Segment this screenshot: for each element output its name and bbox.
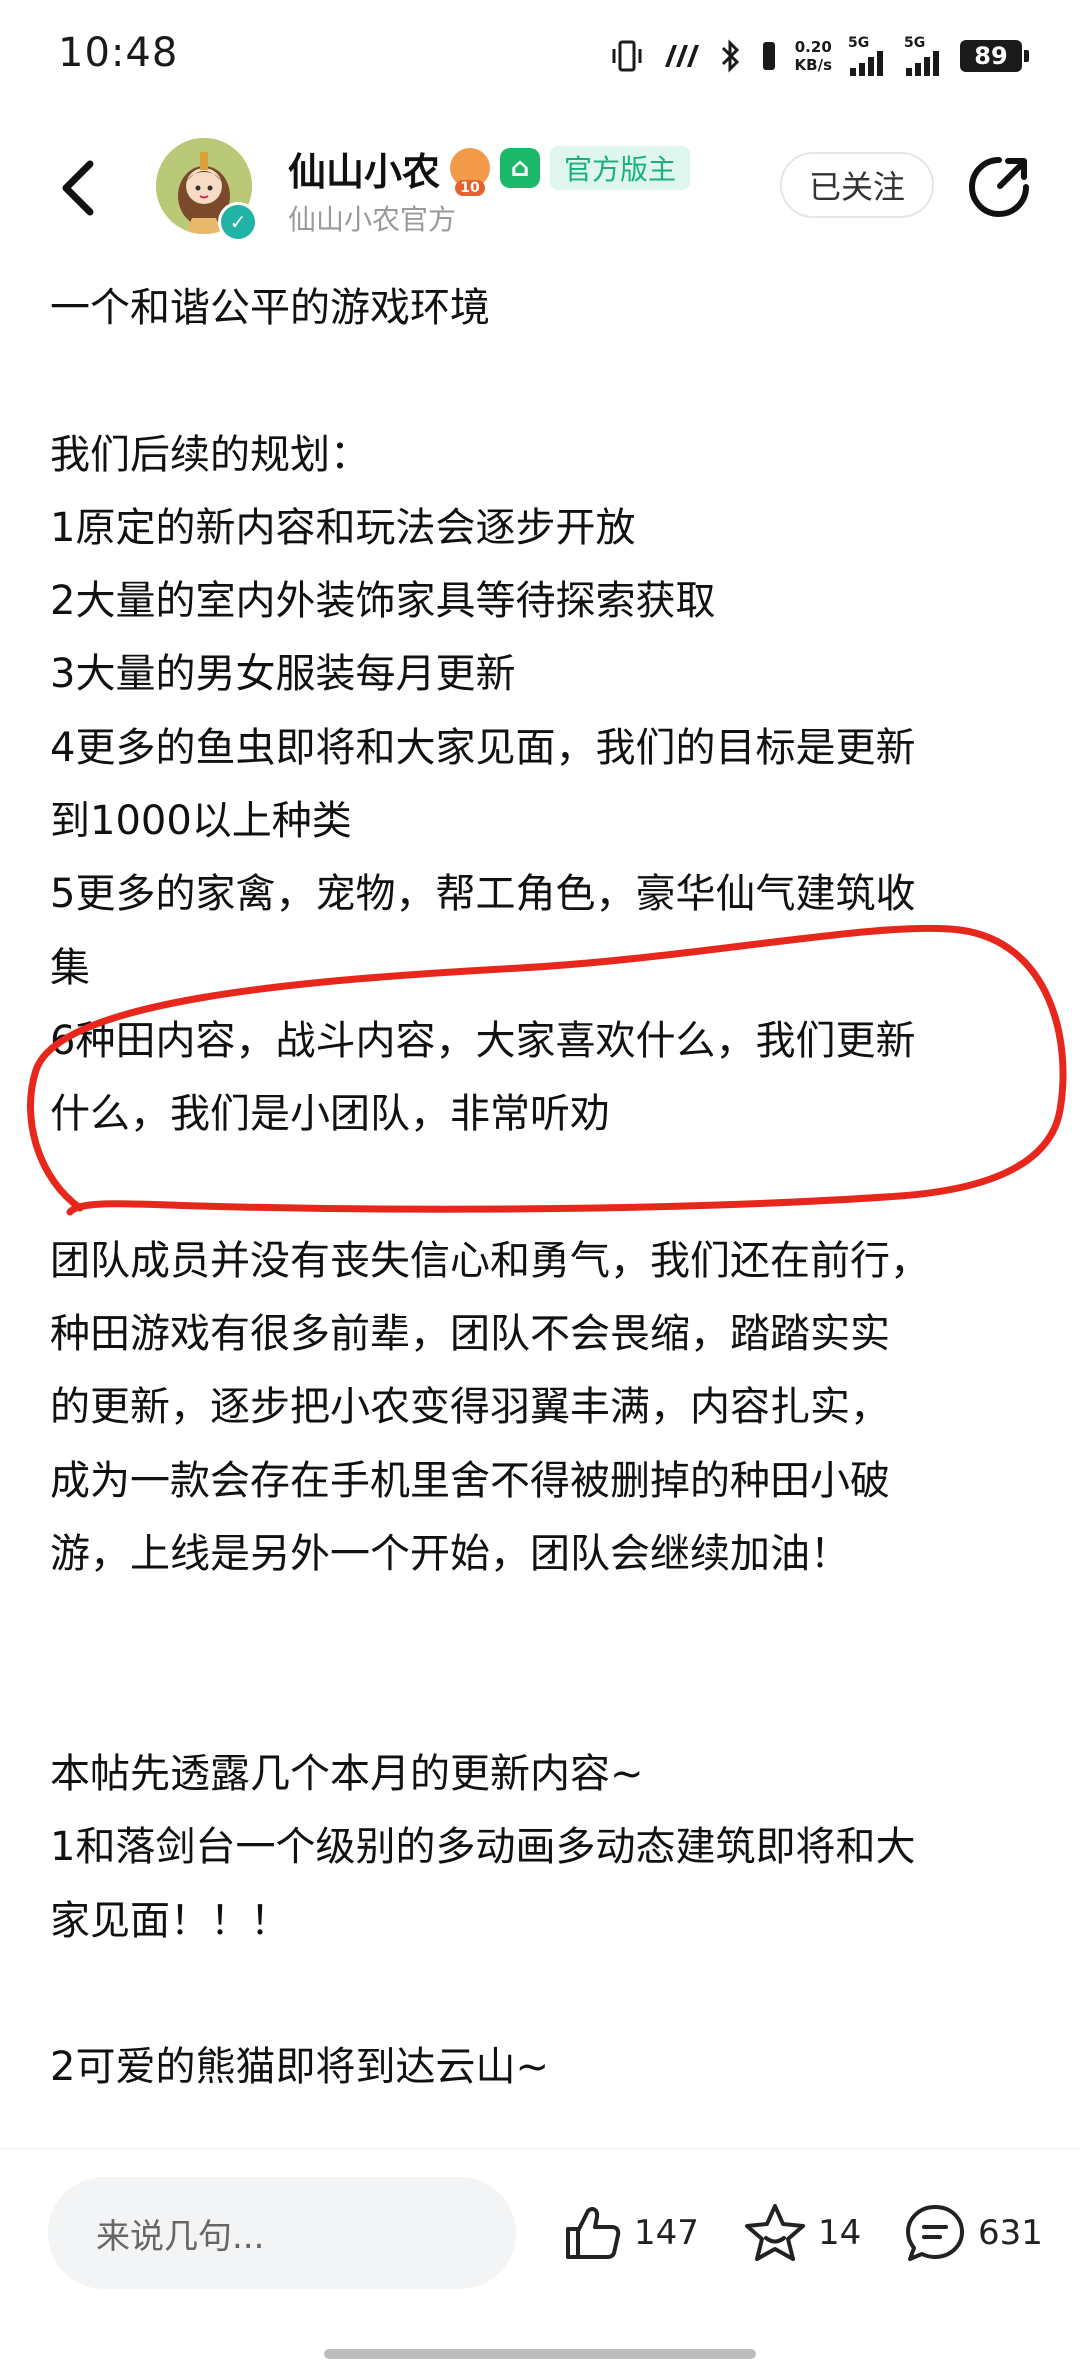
post-header: ✓ 仙山小农 10 ⌂ 官方版主 仙山小农官方 已关注	[0, 130, 1080, 250]
post-line: 3大量的男女服装每月更新	[50, 651, 516, 698]
post-page: 10:48 0.20 KB/s 5G 5G 89 ✓ 仙山小农 10 ⌂ 官方版…	[0, 0, 1080, 2376]
post-line: 什么，我们是小团队，非常听劝	[50, 1091, 610, 1138]
star-icon	[745, 2204, 805, 2261]
post-line: 种田游戏有很多前辈，团队不会畏缩，踏踏实实	[50, 1311, 890, 1358]
comment-placeholder: 来说几句...	[96, 2216, 265, 2257]
post-line: 2可爱的熊猫即将到达云山~	[50, 2044, 549, 2091]
post-line: 1和落剑台一个级别的多动画多动态建筑即将和大	[50, 1824, 916, 1871]
signal-1-label: 5G	[848, 35, 870, 51]
post-line: 一个和谐公平的游戏环境	[50, 285, 490, 331]
battery-level: 89	[974, 42, 1008, 70]
post-line: 2大量的室内外装饰家具等待探索获取	[50, 578, 716, 625]
favorite-button[interactable]: 14	[742, 2201, 861, 2265]
name-row: 仙山小农 10 ⌂ 官方版主	[288, 141, 691, 196]
post-line: 4更多的鱼虫即将和大家见面，我们的目标是更新	[50, 724, 916, 771]
post-line	[50, 1152, 1040, 1225]
thumbs-up-icon	[566, 2207, 621, 2259]
post-line: 我们后续的规划：	[50, 431, 370, 478]
comment-bubble-icon	[906, 2205, 964, 2261]
like-count: 147	[634, 2213, 699, 2253]
post-line: 的更新，逐步把小农变得羽翼丰满，内容扎实，	[50, 1384, 890, 1431]
hd-icon	[661, 34, 703, 78]
follow-button[interactable]: 已关注	[780, 152, 934, 218]
level-number: 10	[455, 180, 485, 196]
like-button[interactable]: 147	[560, 2201, 699, 2265]
post-line: 团队成员并没有丧失信心和勇气，我们还在前行，	[50, 1237, 930, 1284]
post-line: 1原定的新内容和玩法会逐步开放	[50, 504, 636, 551]
post-line: 成为一款会存在手机里舍不得被删掉的种田小破	[50, 1457, 890, 1504]
post-line: 6种田内容，战斗内容，大家喜欢什么，我们更新	[50, 1017, 916, 1064]
signal-2: 5G	[904, 36, 944, 76]
back-arrow-icon[interactable]	[52, 156, 108, 220]
post-line	[50, 1665, 1040, 1738]
status-time: 10:48	[58, 30, 179, 76]
alarm-icon	[759, 34, 779, 78]
signal-1: 5G	[848, 36, 888, 76]
signal-bars-icon	[850, 51, 883, 76]
bottom-action-bar: 来说几句... 147 14 631	[0, 2148, 1080, 2376]
status-bar: 10:48 0.20 KB/s 5G 5G 89	[0, 0, 1080, 120]
comment-input[interactable]: 来说几句...	[48, 2177, 516, 2289]
comment-count: 631	[978, 2213, 1043, 2253]
signal-bars-icon	[906, 51, 939, 76]
moderator-icon: ⌂	[500, 148, 541, 188]
level-badge-icon: 10	[450, 148, 491, 196]
post-content: 一个和谐公平的游戏环境 我们后续的规划： 1原定的新内容和玩法会逐步开放 2大量…	[50, 272, 1040, 2104]
author-name[interactable]: 仙山小农	[288, 141, 440, 196]
post-line	[50, 1591, 1040, 1664]
post-line: 到1000以上种类	[50, 798, 352, 845]
post-line: 集	[50, 944, 90, 991]
home-indicator[interactable]	[324, 2349, 756, 2359]
vibrate-icon	[609, 34, 645, 78]
author-subtitle: 仙山小农官方	[288, 203, 457, 236]
net-speed-unit: KB/s	[794, 56, 832, 74]
share-icon[interactable]	[966, 154, 1032, 220]
net-speed-value: 0.20	[794, 38, 832, 56]
battery-icon: 89	[960, 40, 1029, 72]
comment-button[interactable]: 631	[902, 2201, 1043, 2265]
status-icons: 0.20 KB/s 5G 5G 89	[609, 34, 1029, 78]
favorite-count: 14	[818, 2213, 862, 2253]
post-line: 5更多的家禽，宠物，帮工角色，豪华仙气建筑收	[50, 871, 916, 918]
net-speed: 0.20 KB/s	[795, 38, 832, 74]
signal-2-label: 5G	[904, 35, 926, 51]
verified-badge-icon: ✓	[218, 202, 258, 242]
post-line: 本帖先透露几个本月的更新内容~	[50, 1750, 644, 1797]
post-line: 游，上线是另外一个开始，团队会继续加油！	[50, 1531, 850, 1578]
official-moderator-tag: 官方版主	[550, 146, 691, 190]
post-line	[50, 1958, 1040, 2031]
post-line: 家见面！！！	[50, 1897, 290, 1944]
bluetooth-icon	[719, 34, 743, 78]
post-line	[50, 345, 1040, 418]
